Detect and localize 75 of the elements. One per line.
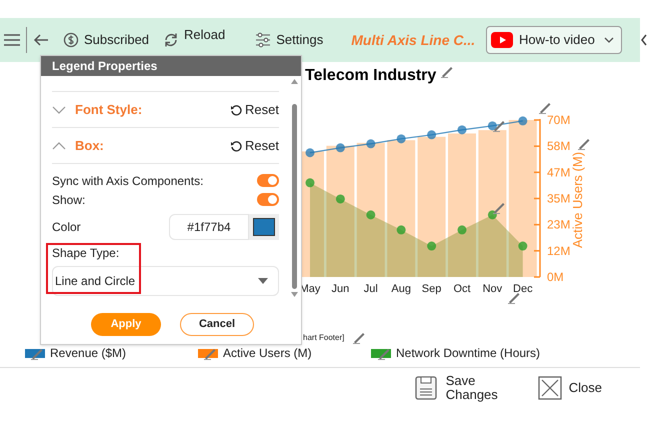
- color-swatch[interactable]: [253, 218, 275, 236]
- how-to-video-button[interactable]: How-to video: [486, 26, 622, 54]
- chevron-up-icon[interactable]: [52, 142, 66, 150]
- video-play-icon: [491, 32, 513, 48]
- data-point: [396, 225, 406, 234]
- add-in-title: Multi Axis Line C...: [351, 30, 476, 50]
- chart-title: Telecom Industry: [305, 68, 436, 84]
- close-icon: [538, 376, 562, 400]
- data-point: [518, 242, 528, 251]
- axis-label: 23M: [547, 218, 570, 232]
- data-point: [488, 121, 497, 130]
- axis-label: Sep: [422, 283, 442, 295]
- save-icon: [414, 376, 439, 400]
- axis-label: 58M: [547, 139, 570, 154]
- legend-label: Network Downtime (Hours): [396, 345, 540, 362]
- scrollbar[interactable]: [291, 79, 298, 297]
- axis-label: 35M: [547, 192, 570, 206]
- data-point: [306, 148, 314, 158]
- chevron-down-icon: [604, 37, 614, 43]
- axis-label: Oct: [453, 283, 471, 295]
- axis-label: 70M: [547, 113, 570, 127]
- sliders-icon: [255, 32, 272, 48]
- subscribed-button[interactable]: Subscribed: [63, 30, 150, 50]
- field-label: Shape Type:: [52, 245, 120, 262]
- data-point: [366, 139, 376, 148]
- field-label: Color: [52, 219, 81, 236]
- chevron-down-icon[interactable]: [52, 106, 66, 114]
- axis-label: Dec: [513, 283, 533, 295]
- chart-footer: hart Footer]: [303, 334, 344, 342]
- toggle-label: Show:: [52, 192, 86, 208]
- reset-icon: [230, 140, 242, 152]
- axis-label: Nov: [482, 283, 502, 295]
- axis-label: 12M: [547, 244, 570, 258]
- reload-icon: [163, 32, 180, 48]
- legend-label: Active Users (M): [223, 345, 312, 362]
- collapse-icon[interactable]: [640, 33, 648, 47]
- data-point: [396, 134, 406, 144]
- reset-icon: [230, 104, 242, 116]
- data-point: [458, 125, 466, 134]
- settings-button[interactable]: Settings: [255, 30, 324, 50]
- axis-title: Active Users (M): [570, 152, 585, 248]
- menu-icon[interactable]: [3, 33, 21, 47]
- axis-label: Aug: [391, 283, 411, 295]
- cancel-button[interactable]: Cancel: [180, 313, 254, 336]
- toggle-label: Sync with Axis Components:: [52, 172, 204, 190]
- toggle-switch[interactable]: [257, 174, 279, 187]
- axis-label: 0M: [547, 270, 564, 284]
- axis-label: Jun: [332, 283, 350, 295]
- data-point: [336, 143, 345, 152]
- data-point: [366, 210, 376, 220]
- data-point: [336, 194, 345, 204]
- close-button[interactable]: Close: [538, 376, 602, 400]
- scroll-down-icon[interactable]: [291, 292, 298, 297]
- reset-button[interactable]: Reset: [230, 136, 279, 156]
- dollar-circle-icon: [63, 32, 79, 48]
- toggle-switch[interactable]: [257, 193, 279, 206]
- data-point: [306, 178, 314, 188]
- reset-button[interactable]: Reset: [230, 100, 279, 120]
- data-point: [488, 210, 497, 220]
- dropdown-triangle-icon: [258, 278, 268, 284]
- axis-label: Jul: [364, 283, 378, 295]
- save-button[interactable]: Save Changes: [414, 374, 498, 402]
- data-point: [427, 242, 436, 251]
- data-point: [458, 225, 466, 234]
- data-point: [518, 116, 528, 126]
- panel-title: Legend Properties: [41, 56, 301, 76]
- legend-label: Revenue ($M): [50, 345, 126, 362]
- axis-label: 47M: [547, 165, 570, 180]
- scroll-up-icon[interactable]: [291, 79, 298, 84]
- data-point: [427, 130, 436, 140]
- back-arrow-icon[interactable]: [33, 33, 49, 47]
- color-input-field[interactable]: #1f77b4: [169, 214, 249, 240]
- pencil-icon[interactable]: [30, 346, 44, 360]
- shape-type-dropdown[interactable]: Line and Circle: [52, 266, 279, 296]
- reload-button[interactable]: Reload: [163, 32, 226, 48]
